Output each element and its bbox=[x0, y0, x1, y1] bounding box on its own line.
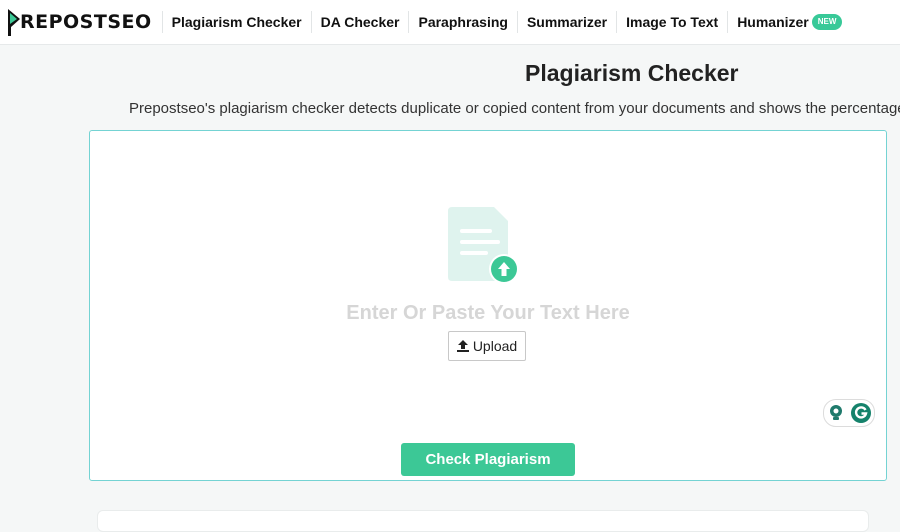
logo[interactable]: REPOSTSEO bbox=[7, 0, 152, 44]
nav-paraphrasing[interactable]: Paraphrasing bbox=[408, 11, 516, 33]
top-navbar: REPOSTSEO Plagiarism Checker DA Checker … bbox=[0, 0, 900, 45]
page-title: Plagiarism Checker bbox=[525, 60, 739, 86]
check-plagiarism-button[interactable]: Check Plagiarism bbox=[401, 443, 575, 476]
upload-button[interactable]: Upload bbox=[448, 331, 526, 361]
nav-label: DA Checker bbox=[320, 14, 400, 30]
nav-humanizer[interactable]: Humanizer NEW bbox=[727, 11, 851, 33]
new-badge: NEW bbox=[811, 14, 843, 31]
nav-da-checker[interactable]: DA Checker bbox=[310, 11, 409, 33]
editor-placeholder: Enter Or Paste Your Text Here bbox=[346, 302, 630, 324]
logo-text: REPOSTSEO bbox=[20, 10, 152, 33]
writing-assistant-pill[interactable] bbox=[823, 399, 875, 427]
nav-image-to-text[interactable]: Image To Text bbox=[616, 11, 727, 33]
results-card bbox=[97, 510, 869, 532]
upload-icon bbox=[456, 340, 469, 352]
nav-label: Paraphrasing bbox=[418, 14, 508, 30]
logo-p-icon bbox=[8, 9, 20, 36]
main-nav: Plagiarism Checker DA Checker Paraphrasi… bbox=[161, 0, 852, 44]
upload-label: Upload bbox=[472, 338, 518, 354]
lightbulb-icon[interactable] bbox=[828, 404, 844, 422]
document-upload-icon bbox=[448, 207, 519, 284]
nav-label: Plagiarism Checker bbox=[171, 14, 302, 30]
nav-label: Summarizer bbox=[526, 14, 608, 30]
nav-plagiarism-checker[interactable]: Plagiarism Checker bbox=[161, 11, 311, 33]
page-description: Prepostseo's plagiarism checker detects … bbox=[129, 100, 900, 117]
grammarly-icon[interactable] bbox=[850, 403, 871, 423]
nav-label: Humanizer bbox=[737, 14, 809, 30]
nav-label: Image To Text bbox=[626, 14, 719, 30]
text-input-area[interactable]: Enter Or Paste Your Text Here Upload Che… bbox=[89, 130, 887, 481]
nav-summarizer[interactable]: Summarizer bbox=[516, 11, 616, 33]
